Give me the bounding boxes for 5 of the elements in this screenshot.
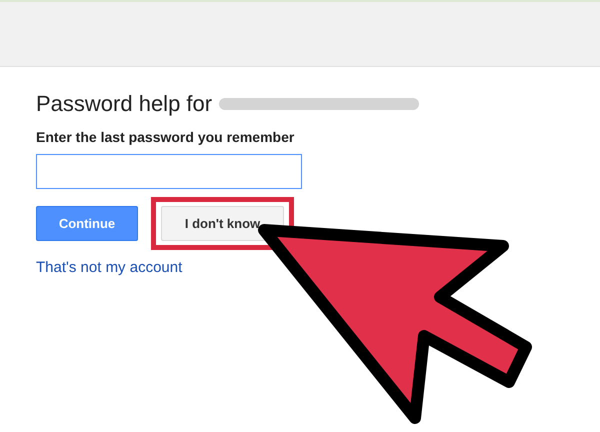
password-field[interactable] <box>36 154 302 189</box>
not-my-account-link[interactable]: That's not my account <box>36 259 182 276</box>
field-label: Enter the last password you remember <box>36 129 296 145</box>
dont-know-button[interactable]: I don't know <box>161 206 284 240</box>
page-title: Password help for <box>36 91 212 117</box>
